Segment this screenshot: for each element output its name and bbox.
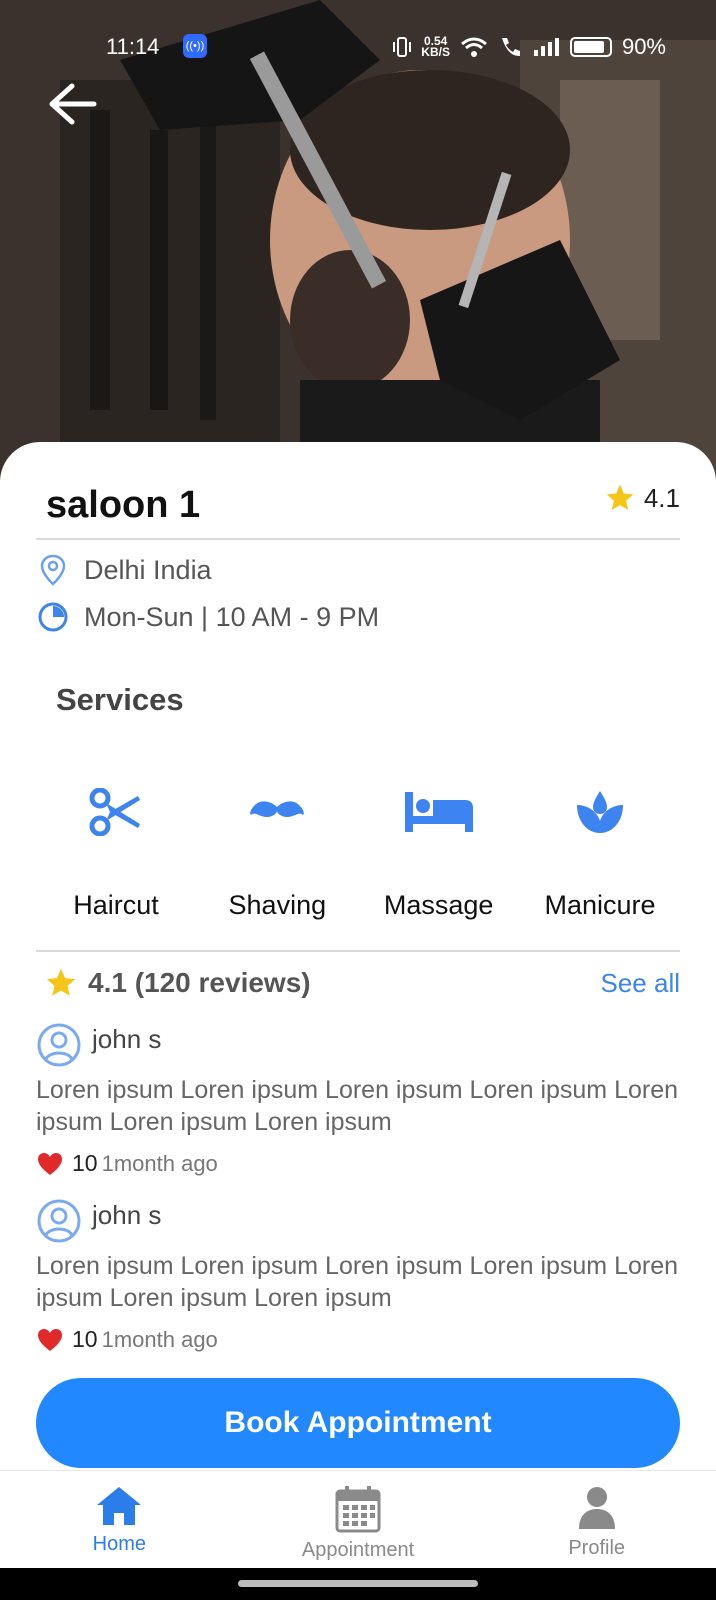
home-gesture-bar[interactable] bbox=[238, 1580, 478, 1587]
nav-label: Appointment bbox=[301, 1539, 415, 1561]
rating-value: 4.1 bbox=[643, 482, 680, 513]
review-text: Loren ipsum Loren ipsum Loren ipsum Lore… bbox=[36, 1076, 679, 1136]
divider bbox=[36, 950, 680, 952]
hours-row: Mon-Sun | 10 AM - 9 PM bbox=[36, 600, 379, 634]
location-row: Delhi India bbox=[36, 553, 212, 587]
spa-icon bbox=[560, 780, 640, 844]
hours-text: Mon-Sun | 10 AM - 9 PM bbox=[84, 601, 380, 632]
review-item: john s Loren ipsum Loren ipsum Loren ips… bbox=[36, 1022, 680, 1177]
reviews-summary: 4.1 (120 reviews) bbox=[44, 966, 311, 1000]
user-icon bbox=[578, 1487, 615, 1529]
divider bbox=[36, 538, 680, 540]
star-icon bbox=[46, 968, 76, 996]
review-time: 1month ago bbox=[101, 1150, 218, 1176]
see-all-link[interactable]: See all bbox=[601, 968, 681, 999]
nav-label: Home bbox=[92, 1533, 147, 1555]
location-pin-icon bbox=[36, 553, 70, 587]
bottom-nav: Home Appointment Profile bbox=[0, 1470, 716, 1568]
calendar-icon bbox=[335, 1486, 381, 1533]
battery-percent: 90% bbox=[621, 34, 666, 59]
mustache-icon bbox=[237, 780, 317, 844]
clock-icon bbox=[36, 600, 70, 634]
reviews-summary-text: 4.1 (120 reviews) bbox=[88, 967, 311, 998]
salon-name: saloon 1 bbox=[46, 484, 201, 526]
bed-icon bbox=[399, 780, 479, 844]
service-label: Manicure bbox=[544, 890, 656, 920]
review-time: 1month ago bbox=[101, 1326, 218, 1352]
hotspot-icon: ((•)) bbox=[183, 34, 207, 58]
arrow-left-icon bbox=[49, 83, 97, 125]
status-indicators: 0.54 KB/S 90% bbox=[393, 34, 666, 60]
nav-label: Profile bbox=[568, 1537, 626, 1559]
back-button[interactable] bbox=[46, 80, 98, 128]
battery-icon bbox=[569, 37, 612, 57]
wifi-icon bbox=[460, 37, 487, 57]
nav-item-appointment[interactable]: Appointment bbox=[239, 1471, 478, 1568]
star-icon bbox=[606, 484, 634, 510]
like-count: 10 bbox=[72, 1150, 98, 1176]
scissors-icon bbox=[76, 780, 156, 844]
home-icon bbox=[97, 1487, 142, 1525]
service-label: Haircut bbox=[73, 890, 159, 920]
signal-icon bbox=[533, 38, 559, 56]
service-haircut[interactable]: Haircut bbox=[36, 780, 196, 921]
heart-icon[interactable] bbox=[36, 1151, 64, 1177]
services-title: Services bbox=[56, 682, 184, 717]
service-manicure[interactable]: Manicure bbox=[520, 780, 680, 921]
like-count: 10 bbox=[72, 1326, 98, 1352]
services-list: Haircut Shaving Massage Manicure bbox=[36, 780, 680, 921]
location-text: Delhi India bbox=[84, 554, 212, 585]
avatar-icon bbox=[37, 1199, 81, 1243]
reviewer-name: john s bbox=[92, 1023, 162, 1054]
call-icon bbox=[501, 38, 520, 57]
book-appointment-button[interactable]: Book Appointment bbox=[36, 1378, 680, 1468]
service-label: Shaving bbox=[228, 890, 327, 920]
review-text: Loren ipsum Loren ipsum Loren ipsum Lore… bbox=[36, 1252, 679, 1312]
heart-icon[interactable] bbox=[36, 1327, 64, 1353]
reviewer-name: john s bbox=[92, 1199, 162, 1230]
avatar-icon bbox=[37, 1023, 81, 1067]
salon-rating: 4.1 bbox=[604, 482, 680, 514]
hero-image bbox=[0, 0, 716, 480]
nav-item-profile[interactable]: Profile bbox=[477, 1471, 716, 1568]
barber-photo bbox=[0, 0, 716, 480]
service-label: Massage bbox=[383, 890, 494, 920]
status-time: 11:14 bbox=[106, 34, 160, 59]
network-speed: 0.54 KB/S bbox=[421, 34, 450, 59]
service-massage[interactable]: Massage bbox=[359, 780, 519, 921]
service-shaving[interactable]: Shaving bbox=[197, 780, 357, 921]
review-item: john s Loren ipsum Loren ipsum Loren ips… bbox=[36, 1198, 680, 1353]
nav-item-home[interactable]: Home bbox=[0, 1471, 239, 1568]
vibrate-icon bbox=[393, 37, 412, 57]
status-bar: 11:14 ((•)) 0.54 KB/S 90% bbox=[0, 28, 716, 68]
